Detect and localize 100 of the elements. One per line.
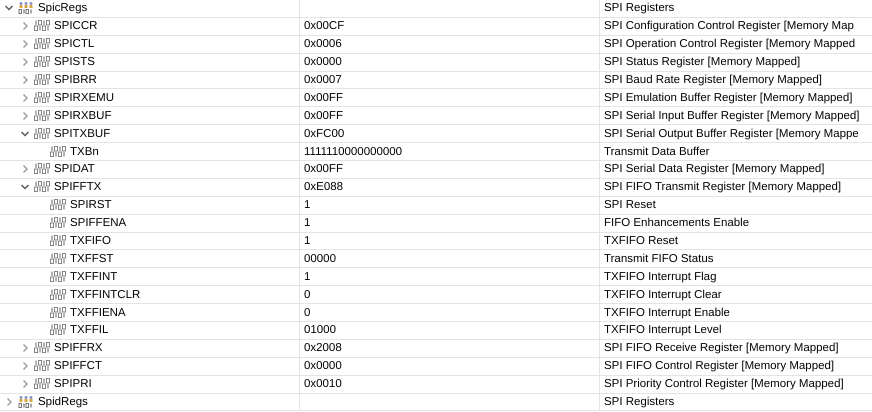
name-cell[interactable]: TXFFINTCLR <box>70 286 140 303</box>
binary-icon <box>50 288 66 301</box>
name-cell[interactable]: SPIFFCT <box>54 358 102 374</box>
binary-icon <box>34 74 50 86</box>
name-cell[interactable]: SPIPRI <box>54 376 92 392</box>
binary-icon <box>34 38 50 50</box>
binary-icon <box>34 181 50 194</box>
value-cell-text: 1 <box>304 270 310 285</box>
name-cell[interactable]: SPIBRR <box>54 72 97 88</box>
value-cell-text: 1 <box>304 216 310 232</box>
name-cell[interactable]: TXBn <box>70 144 99 160</box>
description-cell-text: SPI Operation Control Register [Memory Mapped <box>604 37 856 52</box>
binary-icon <box>50 270 66 283</box>
description-cell-text: SPI Registers <box>604 1 674 16</box>
name-cell[interactable]: SPIFFTX <box>54 179 102 196</box>
name-cell[interactable]: TXFFIENA <box>70 304 126 321</box>
name-cell[interactable]: TXFIFO <box>70 233 111 250</box>
value-cell-text: 0x00FF <box>304 162 343 178</box>
value-cell-text: 0xFC00 <box>304 126 344 142</box>
description-cell-text: SPI Emulation Buffer Register [Memory Mapped] <box>604 90 852 106</box>
name-cell[interactable]: SPIFFRX <box>54 340 103 356</box>
description-cell-text: SPI Status Register [Memory Mapped] <box>604 55 800 70</box>
chevron-right-icon[interactable] <box>20 39 30 50</box>
description-cell-text: SPI Configuration Control Register [Memory Map <box>604 19 854 34</box>
description-cell-text: TXFIFO Interrupt Enable <box>604 306 730 321</box>
chevron-right-icon[interactable] <box>4 397 14 408</box>
value-cell-text: 00000 <box>304 252 336 267</box>
name-cell[interactable]: SpidRegs <box>38 394 88 410</box>
name-cell[interactable]: TXFFIL <box>70 322 108 338</box>
binary-icon <box>50 146 66 158</box>
name-cell[interactable]: SPIFFENA <box>70 215 126 232</box>
binary-icon <box>50 306 66 319</box>
value-cell-text: 0x0006 <box>304 37 342 52</box>
binary-icon <box>50 235 66 248</box>
value-cell-text: 0x0000 <box>304 359 342 374</box>
description-cell-text: SPI FIFO Receive Register [Memory Mapped] <box>604 341 839 356</box>
register-group-icon <box>18 2 34 14</box>
value-cell-text: 01000 <box>304 323 336 338</box>
binary-icon <box>34 342 50 354</box>
register-group-icon <box>18 396 34 408</box>
description-cell-text: SPI Reset <box>604 198 656 214</box>
description-cell-text: SPI FIFO Control Register [Memory Mapped] <box>604 359 834 374</box>
value-cell-text: 1111110000000000 <box>304 144 402 160</box>
value-cell-text: 0 <box>304 306 310 321</box>
chevron-right-icon[interactable] <box>20 379 30 390</box>
binary-icon <box>34 378 50 390</box>
name-cell[interactable]: SPIRXEMU <box>54 90 114 106</box>
name-cell[interactable]: SpicRegs <box>38 0 88 16</box>
binary-icon <box>34 128 50 140</box>
description-cell-text: SPI Registers <box>604 395 674 410</box>
binary-icon <box>50 217 66 230</box>
binary-icon <box>50 324 66 336</box>
binary-icon <box>34 92 50 104</box>
binary-icon <box>34 110 50 122</box>
chevron-right-icon[interactable] <box>20 21 30 32</box>
description-cell-text: Transmit FIFO Status <box>604 252 714 267</box>
value-cell-text: 0x0007 <box>304 73 342 88</box>
name-cell[interactable]: SPISTS <box>54 54 95 70</box>
description-cell-text: TXFIFO Interrupt Level <box>604 323 722 338</box>
name-cell[interactable]: SPICTL <box>54 36 94 52</box>
description-cell-text: TXFIFO Interrupt Flag <box>604 270 716 285</box>
description-cell-text: TXFIFO Interrupt Clear <box>604 288 722 303</box>
value-cell-text: 0xE088 <box>304 180 344 196</box>
binary-icon <box>34 163 50 176</box>
name-cell[interactable]: TXFFST <box>70 250 114 267</box>
description-cell-text: Transmit Data Buffer <box>604 144 710 160</box>
description-cell-text: SPI Priority Control Register [Memory Mapped] <box>604 377 844 392</box>
binary-icon <box>50 252 66 265</box>
value-cell-text: 0x00FF <box>304 90 343 106</box>
description-cell-text: SPI Serial Data Register [Memory Mapped] <box>604 162 825 178</box>
name-cell[interactable]: TXFFINT <box>70 268 118 285</box>
name-cell[interactable]: SPICCR <box>54 18 98 34</box>
name-cell[interactable]: SPIRST <box>70 197 112 214</box>
binary-icon <box>34 360 50 372</box>
name-cell[interactable]: SPIRXBUF <box>54 108 112 124</box>
chevron-right-icon[interactable] <box>20 75 30 85</box>
name-cell[interactable]: SPITXBUF <box>54 126 110 142</box>
value-cell-text: 0x0010 <box>304 377 342 392</box>
chevron-right-icon[interactable] <box>20 110 30 121</box>
description-cell-text: TXFIFO Reset <box>604 234 678 250</box>
chevron-down-icon[interactable] <box>20 128 30 139</box>
value-cell-text: 1 <box>304 234 310 250</box>
chevron-right-icon[interactable] <box>20 343 30 354</box>
value-cell-text: 1 <box>304 198 310 214</box>
description-cell-text: FIFO Enhancements Enable <box>604 216 750 232</box>
chevron-right-icon[interactable] <box>20 57 30 68</box>
chevron-right-icon[interactable] <box>20 92 30 103</box>
binary-icon <box>50 199 66 212</box>
description-cell-text: SPI Serial Input Buffer Register [Memory Mapped] <box>604 108 860 124</box>
description-cell-text: SPI FIFO Transmit Register [Memory Mapped] <box>604 180 842 196</box>
name-cell[interactable]: SPIDAT <box>54 161 95 178</box>
description-cell-text: SPI Serial Output Buffer Register [Memory Mappe <box>604 126 859 142</box>
value-cell-text: 0x2008 <box>304 341 342 356</box>
value-cell-text: 0x0000 <box>304 55 342 70</box>
value-cell-text: 0 <box>304 288 310 303</box>
chevron-right-icon[interactable] <box>20 164 30 174</box>
binary-icon <box>34 20 50 32</box>
chevron-right-icon[interactable] <box>20 361 30 372</box>
description-cell-text: SPI Baud Rate Register [Memory Mapped] <box>604 73 822 88</box>
value-cell-text: 0x00FF <box>304 108 343 124</box>
